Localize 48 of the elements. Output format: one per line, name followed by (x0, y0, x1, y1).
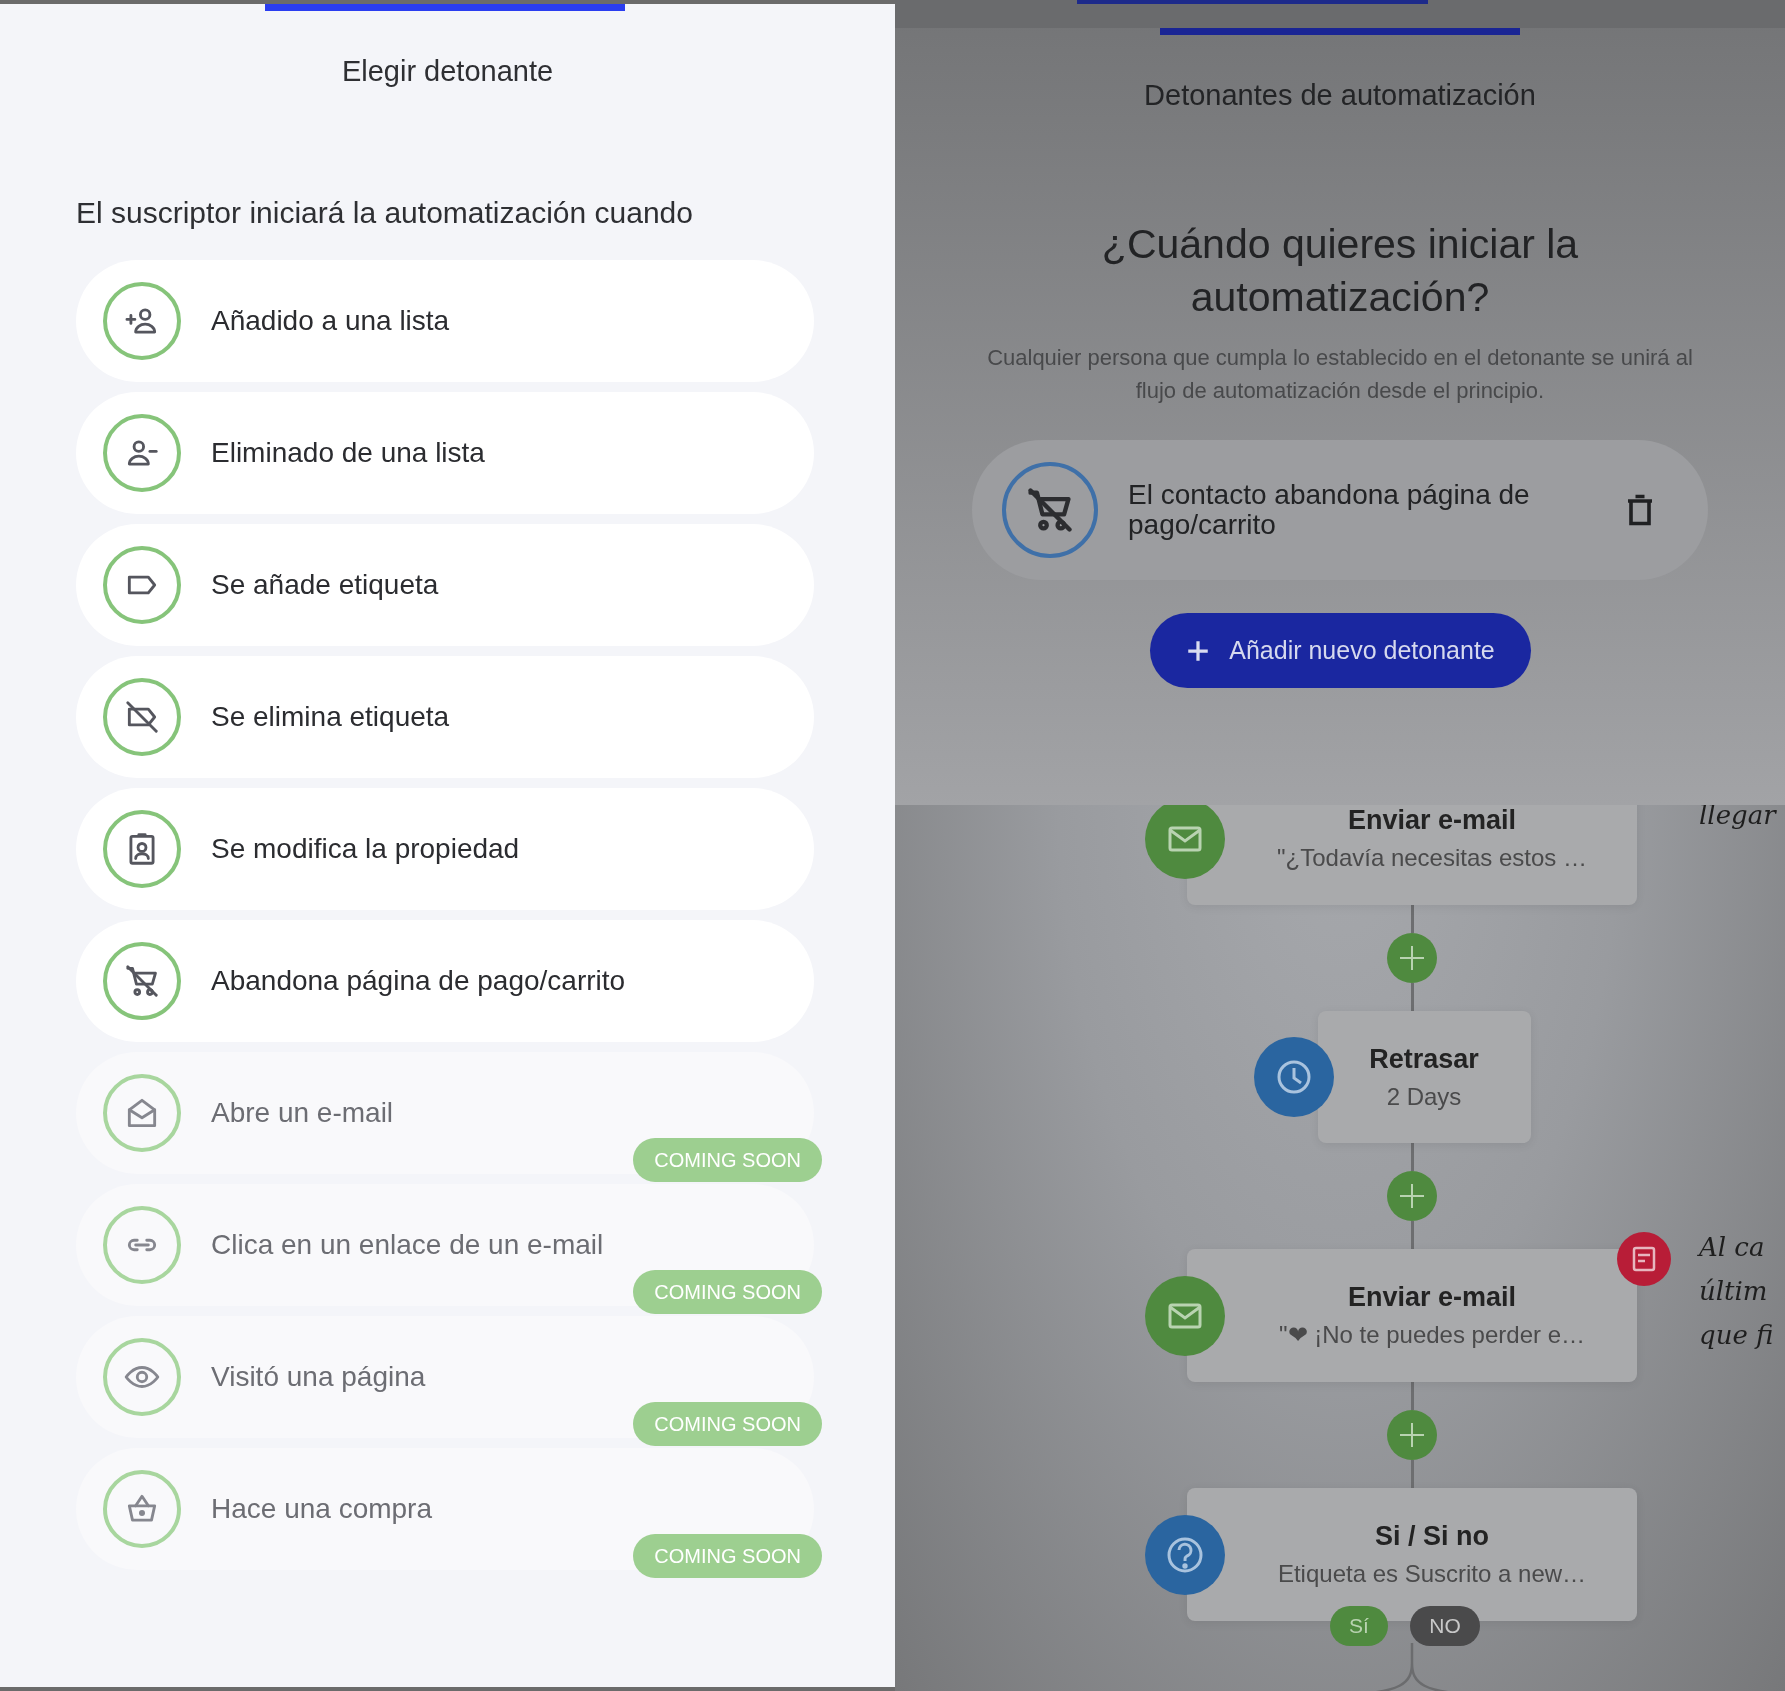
connector-line (1410, 1382, 1414, 1410)
clock-icon (1253, 1037, 1334, 1117)
step-title: Enviar e-mail (1347, 805, 1517, 836)
no-branch-label: NO (1410, 1606, 1480, 1646)
trigger-option[interactable]: Eliminado de una lista (76, 392, 814, 514)
connector-line (1410, 1143, 1414, 1171)
step-summary: 2 Days (1386, 1082, 1462, 1111)
trigger-option[interactable]: Añadido a una lista (76, 260, 814, 382)
connector-line (1410, 1221, 1414, 1249)
handwritten-note: que fi (1699, 1320, 1774, 1350)
flow-step-card[interactable]: Enviar e-mail "❤ ¡No te puedes perder e… (1187, 1249, 1637, 1382)
coming-soon-badge: COMING SOON (633, 1402, 822, 1446)
trigger-option[interactable]: Abandona página de pago/carrito (76, 920, 814, 1042)
coming-soon-badge: COMING SOON (633, 1534, 822, 1578)
add-step-button[interactable] (1387, 1410, 1437, 1460)
panel-title: Elegir detonante (340, 54, 555, 88)
step-title: Retrasar (1369, 1043, 1479, 1075)
flow-step-card[interactable]: Retrasar 2 Days (1317, 1011, 1531, 1143)
step-summary: "❤ ¡No te puedes perder e… (1279, 1321, 1585, 1349)
trigger-option[interactable]: Se elimina etiqueta (76, 656, 814, 778)
note-icon[interactable] (1617, 1232, 1671, 1286)
step-title: Si / Si no (1375, 1521, 1489, 1552)
connector-line (1410, 983, 1414, 1011)
step-summary: Etiqueta es Suscrito a new… (1277, 1560, 1587, 1588)
tag-off-icon (123, 698, 161, 736)
question-icon (1145, 1514, 1225, 1595)
coming-soon-badge: COMING SOON (633, 1270, 822, 1314)
panel-title: Detonantes de automatización (1144, 78, 1536, 112)
trigger-option[interactable]: Se modifica la propiedad (76, 788, 814, 910)
add-step-button[interactable] (1387, 933, 1437, 983)
connector-line (1410, 1460, 1414, 1488)
handwritten-note: últim (1699, 1276, 1768, 1306)
yes-branch-label: Sí (1330, 1606, 1388, 1646)
question-heading: ¿Cuándo quieres iniciar la automatización? (1100, 220, 1580, 322)
envelope-icon (1145, 1275, 1225, 1356)
trigger-label: El contacto abandona página de pago/carrito (1128, 480, 1531, 540)
connector-line (1410, 905, 1414, 933)
add-trigger-button[interactable]: Añadir nuevo detonante (1149, 613, 1531, 688)
handwritten-note: Al ca (1699, 1232, 1765, 1262)
handwritten-note: llegar (1699, 800, 1776, 830)
cart-off-icon (123, 962, 161, 1000)
trigger-option[interactable]: Se añade etiqueta (76, 524, 814, 646)
add-step-button[interactable] (1387, 1171, 1437, 1221)
section-heading: El suscriptor iniciará la automatización cuando (76, 195, 694, 231)
step-title: Enviar e-mail (1347, 1282, 1517, 1313)
coming-soon-badge: COMING SOON (633, 1138, 822, 1182)
description-text: Cualquier persona que cumpla lo establecido en el detonante se unirá al flujo de automatización desde el principio. (986, 344, 1694, 405)
step-summary: "¿Todavía necesitas estos … (1277, 844, 1587, 872)
